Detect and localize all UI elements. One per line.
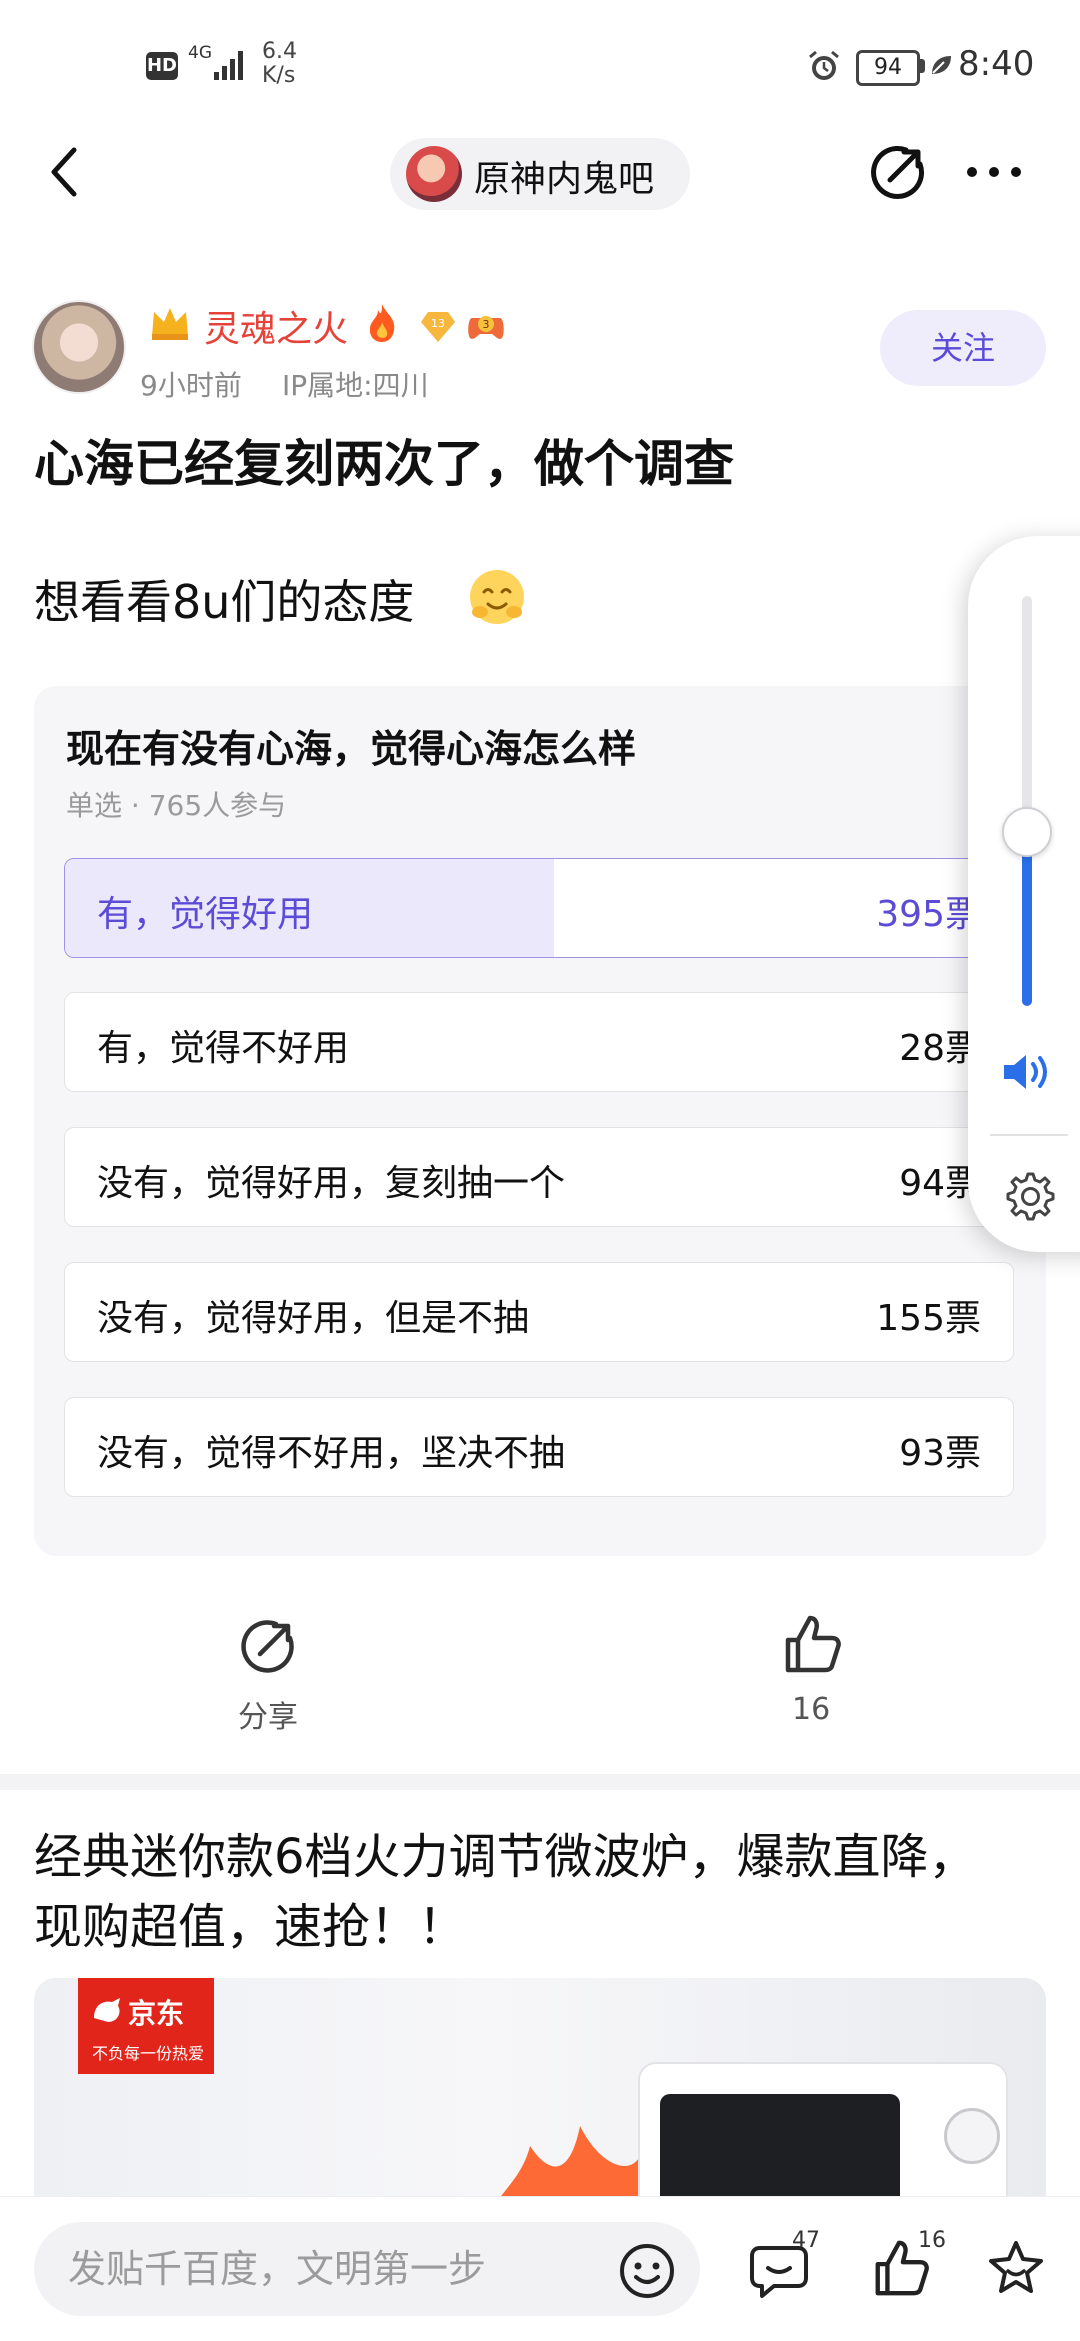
poll-option-count: 93票 xyxy=(899,1433,981,1474)
like-count: 16 xyxy=(792,1692,831,1727)
poll-option[interactable]: 有，觉得好用 395票 xyxy=(64,858,1014,958)
forum-avatar[interactable] xyxy=(406,146,462,202)
post-title: 心海已经复刻两次了，做个调查 xyxy=(34,435,734,493)
smile-emoji-icon xyxy=(470,570,524,624)
jd-slogan: 不负每一份热爱 xyxy=(92,2044,205,2063)
comment-count: 47 xyxy=(792,2228,820,2253)
author-avatar[interactable] xyxy=(32,300,126,394)
forum-name[interactable]: 原神内鬼吧 xyxy=(474,150,654,202)
clock: 8:40 xyxy=(958,44,1035,84)
poll-option[interactable]: 没有，觉得不好用，坚决不抽 93票 xyxy=(64,1397,1014,1497)
ip-location: IP属地:四川 xyxy=(282,369,429,402)
volume-divider xyxy=(990,1134,1068,1136)
poll-option[interactable]: 有，觉得不好用 28票 xyxy=(64,992,1014,1092)
star-favorite-icon[interactable] xyxy=(986,2238,1046,2298)
section-divider xyxy=(0,1774,1080,1790)
ad-title[interactable]: 经典迷你款6档火力调节微波炉，爆款直降，现购超值，速抢！！ xyxy=(34,1822,1024,1962)
poll-meta: 单选 · 765人参与 xyxy=(66,789,287,822)
post-body: 想看看8u们的态度 xyxy=(34,575,415,629)
hd-indicator: HD xyxy=(146,52,178,80)
poll-option-label: 有，觉得不好用 xyxy=(97,1028,350,1069)
jd-dog-icon xyxy=(94,1998,120,2022)
settings-gear-icon[interactable] xyxy=(1000,1168,1056,1224)
network-type: 4G xyxy=(188,43,212,63)
status-bar: HD 4G 6.4 K/s 94 8:40 xyxy=(0,0,1080,130)
poll-option-count: 395票 xyxy=(876,894,981,935)
reply-input[interactable] xyxy=(34,2222,700,2316)
gamepad-badge-icon: 3 xyxy=(468,316,504,339)
share-label[interactable]: 分享 xyxy=(238,1692,298,1736)
more-options-icon[interactable] xyxy=(964,160,1024,184)
game-badge: 3 xyxy=(466,308,506,344)
follow-button[interactable]: 关注 xyxy=(880,310,1046,386)
thumbs-up-icon[interactable] xyxy=(780,1612,842,1676)
poll-question: 现在有没有心海，觉得心海怎么样 xyxy=(66,727,637,771)
poll-option-label: 有，觉得好用 xyxy=(97,894,314,935)
poll-option-count: 155票 xyxy=(876,1298,981,1339)
author-name[interactable]: 灵魂之火 xyxy=(204,300,348,352)
back-icon[interactable] xyxy=(44,142,84,202)
speaker-icon[interactable] xyxy=(1000,1050,1054,1094)
network-speed: 6.4 K/s xyxy=(262,39,297,88)
jd-brand-text: 京东 xyxy=(128,1997,185,2030)
post-time: 9小时前 xyxy=(140,369,242,402)
microwave-knob xyxy=(944,2108,1000,2164)
poll-option[interactable]: 没有，觉得好用，但是不抽 155票 xyxy=(64,1262,1014,1362)
level-badge: 13 xyxy=(420,310,456,344)
bottom-like-count: 16 xyxy=(918,2228,946,2253)
fire-icon xyxy=(369,304,395,342)
alarm-icon xyxy=(809,50,839,80)
signal-icon xyxy=(214,51,243,80)
share-icon[interactable] xyxy=(238,1616,298,1676)
jd-logo: 京东 不负每一份热爱 xyxy=(78,1978,214,2074)
diamond-badge-icon: 13 xyxy=(421,312,455,342)
volume-slider-handle[interactable] xyxy=(1002,807,1052,857)
poll-option-label: 没有，觉得好用，复刻抽一个 xyxy=(97,1163,566,1204)
power-saving-leaf-icon xyxy=(932,56,951,74)
svg-text:3: 3 xyxy=(483,318,490,331)
emoji-icon[interactable] xyxy=(616,2240,678,2302)
svg-text:13: 13 xyxy=(431,317,445,330)
poll-option-label: 没有，觉得不好用，坚决不抽 xyxy=(97,1433,566,1474)
battery-tip xyxy=(920,59,925,73)
battery-indicator: 94 xyxy=(856,50,920,86)
share-icon[interactable] xyxy=(868,142,928,202)
poll-option[interactable]: 没有，觉得好用，复刻抽一个 94票 xyxy=(64,1127,1014,1227)
crown-badge-icon xyxy=(152,308,188,340)
poll-option-label: 没有，觉得好用，但是不抽 xyxy=(97,1298,530,1339)
